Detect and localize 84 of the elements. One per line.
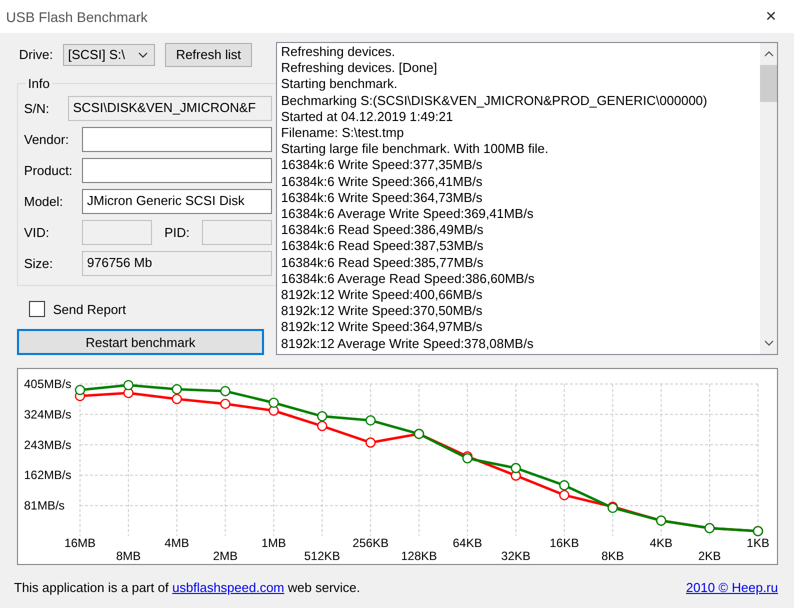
input-field[interactable]: JMicron Generic SCSI Disk: [82, 188, 272, 214]
x-axis-label: 64KB: [452, 536, 482, 550]
input-field[interactable]: [82, 158, 272, 183]
log-line: Refreshing devices.: [281, 44, 396, 60]
log-line: Bechmarking S:(SCSI\DISK&VEN_JMICRON&PROD_GENERIC\000000): [281, 92, 708, 109]
point: [172, 384, 182, 394]
point: [220, 386, 230, 396]
point: [316, 411, 328, 422]
scroll-down-icon[interactable]: [764, 340, 774, 346]
checkbox[interactable]: [29, 301, 45, 318]
point: [559, 490, 570, 500]
point: [365, 437, 376, 448]
y-axis-label: 324MB/s: [24, 407, 72, 422]
point: [510, 462, 522, 474]
copyright-link[interactable]: 2010 © Heep.ru: [686, 580, 778, 595]
x-axis-label: 8MB: [116, 549, 141, 563]
log-line: 16384k:6 Read Speed:385,77MB/s: [281, 254, 484, 271]
x-axis-label: 1KB: [746, 536, 770, 550]
log-line: Starting large file benchmark. With 100MB file.: [281, 141, 550, 158]
log-line: 16384k:6 Write Speed:364,73MB/s: [281, 190, 484, 206]
field-label: Size:: [24, 256, 54, 271]
x-axis-label: 1MB: [261, 536, 286, 550]
field-label: PID:: [163, 224, 191, 240]
log-line: 8192k:12 Write Speed:400,66MB/s: [281, 287, 484, 304]
x-axis-label: 16KB: [550, 536, 579, 550]
y-axis-label: 405MB/s: [24, 377, 72, 391]
field-label: Model:: [24, 194, 64, 209]
close-button[interactable]: ✕: [748, 0, 794, 33]
input-field[interactable]: SCSI\DISK&VEN_JMICRON&F: [68, 96, 272, 121]
point: [220, 398, 230, 410]
field-label: Vendor:: [24, 132, 70, 147]
website-link[interactable]: usbflashspeed.com: [172, 580, 284, 595]
field-label: S/N:: [24, 100, 50, 116]
point: [268, 398, 279, 408]
chevron-down-icon: [138, 52, 148, 58]
log-line: Refreshing devices. [Done]: [281, 60, 438, 76]
input-field[interactable]: [82, 126, 272, 152]
field-label: Product:: [24, 162, 74, 178]
point: [365, 415, 376, 426]
scroll-thumb[interactable]: [760, 65, 777, 102]
checkbox-label[interactable]: Send Report: [53, 302, 126, 317]
y-axis-label: 81MB/s: [24, 498, 65, 513]
x-axis-label: 128KB: [400, 549, 438, 563]
restart-benchmark-button[interactable]: Restart benchmark: [17, 329, 264, 355]
log-line: Starting benchmark.: [281, 76, 398, 93]
y-axis-label: 162MB/s: [24, 468, 72, 482]
log-line: 16384k:6 Average Write Speed:369,41MB/s: [281, 206, 534, 222]
drive-label: Drive:: [19, 47, 53, 62]
log-line: 8192k:12 Average Write Speed:378,08MB/s: [281, 336, 534, 352]
x-axis-label: 256KB: [352, 536, 389, 550]
log-line: Started at 04.12.2019 1:49:21: [281, 108, 454, 126]
log-line: 16384k:6 Read Speed:387,53MB/s: [281, 238, 484, 255]
refresh-list-button[interactable]: Refresh list: [164, 42, 252, 67]
x-axis-label: 512KB: [304, 549, 340, 563]
log-line: 16384k:6 Write Speed:377,35MB/s: [281, 157, 484, 174]
scroll-up-icon[interactable]: [764, 51, 774, 57]
vid-field[interactable]: [82, 220, 152, 245]
x-axis-label: 8KB: [601, 549, 624, 563]
y-axis-label: 243MB/s: [24, 438, 72, 452]
field-label: VID:: [24, 224, 50, 240]
point: [172, 394, 182, 404]
log-line: 8192k:12 Write Speed:364,97MB/s: [281, 319, 484, 336]
drive-dropdown[interactable]: [SCSI] S:\: [62, 44, 155, 66]
x-axis-label: 32KB: [501, 549, 531, 563]
scrollbar[interactable]: [760, 43, 777, 354]
log-line: 16384k:6 Write Speed:366,41MB/s: [281, 174, 484, 190]
footer-text: This application is a part of usbflashspeed.com web service.: [14, 580, 360, 595]
log-line: Filename: S:\test.tmp: [281, 125, 405, 142]
info-title: Info: [27, 76, 51, 91]
point: [559, 480, 570, 490]
x-axis-label: 2MB: [212, 549, 238, 563]
input-field[interactable]: 976756 Mb: [82, 250, 272, 276]
point: [123, 380, 134, 390]
point: [316, 420, 328, 432]
x-axis-label: 4MB: [164, 536, 190, 550]
log-line: 16384k:6 Read Speed:386,49MB/s: [281, 222, 484, 238]
pid-field[interactable]: [202, 220, 272, 245]
window-title: USB Flash Benchmark: [5, 8, 148, 24]
x-axis-label: 4KB: [650, 536, 672, 550]
log-line: 16384k:6 Average Read Speed:386,60MB/s: [281, 270, 536, 288]
x-axis-label: 16MB: [64, 536, 96, 550]
x-axis-label: 2KB: [698, 549, 721, 563]
log-line: 8192k:12 Write Speed:370,50MB/s: [281, 303, 484, 320]
point: [74, 384, 86, 396]
